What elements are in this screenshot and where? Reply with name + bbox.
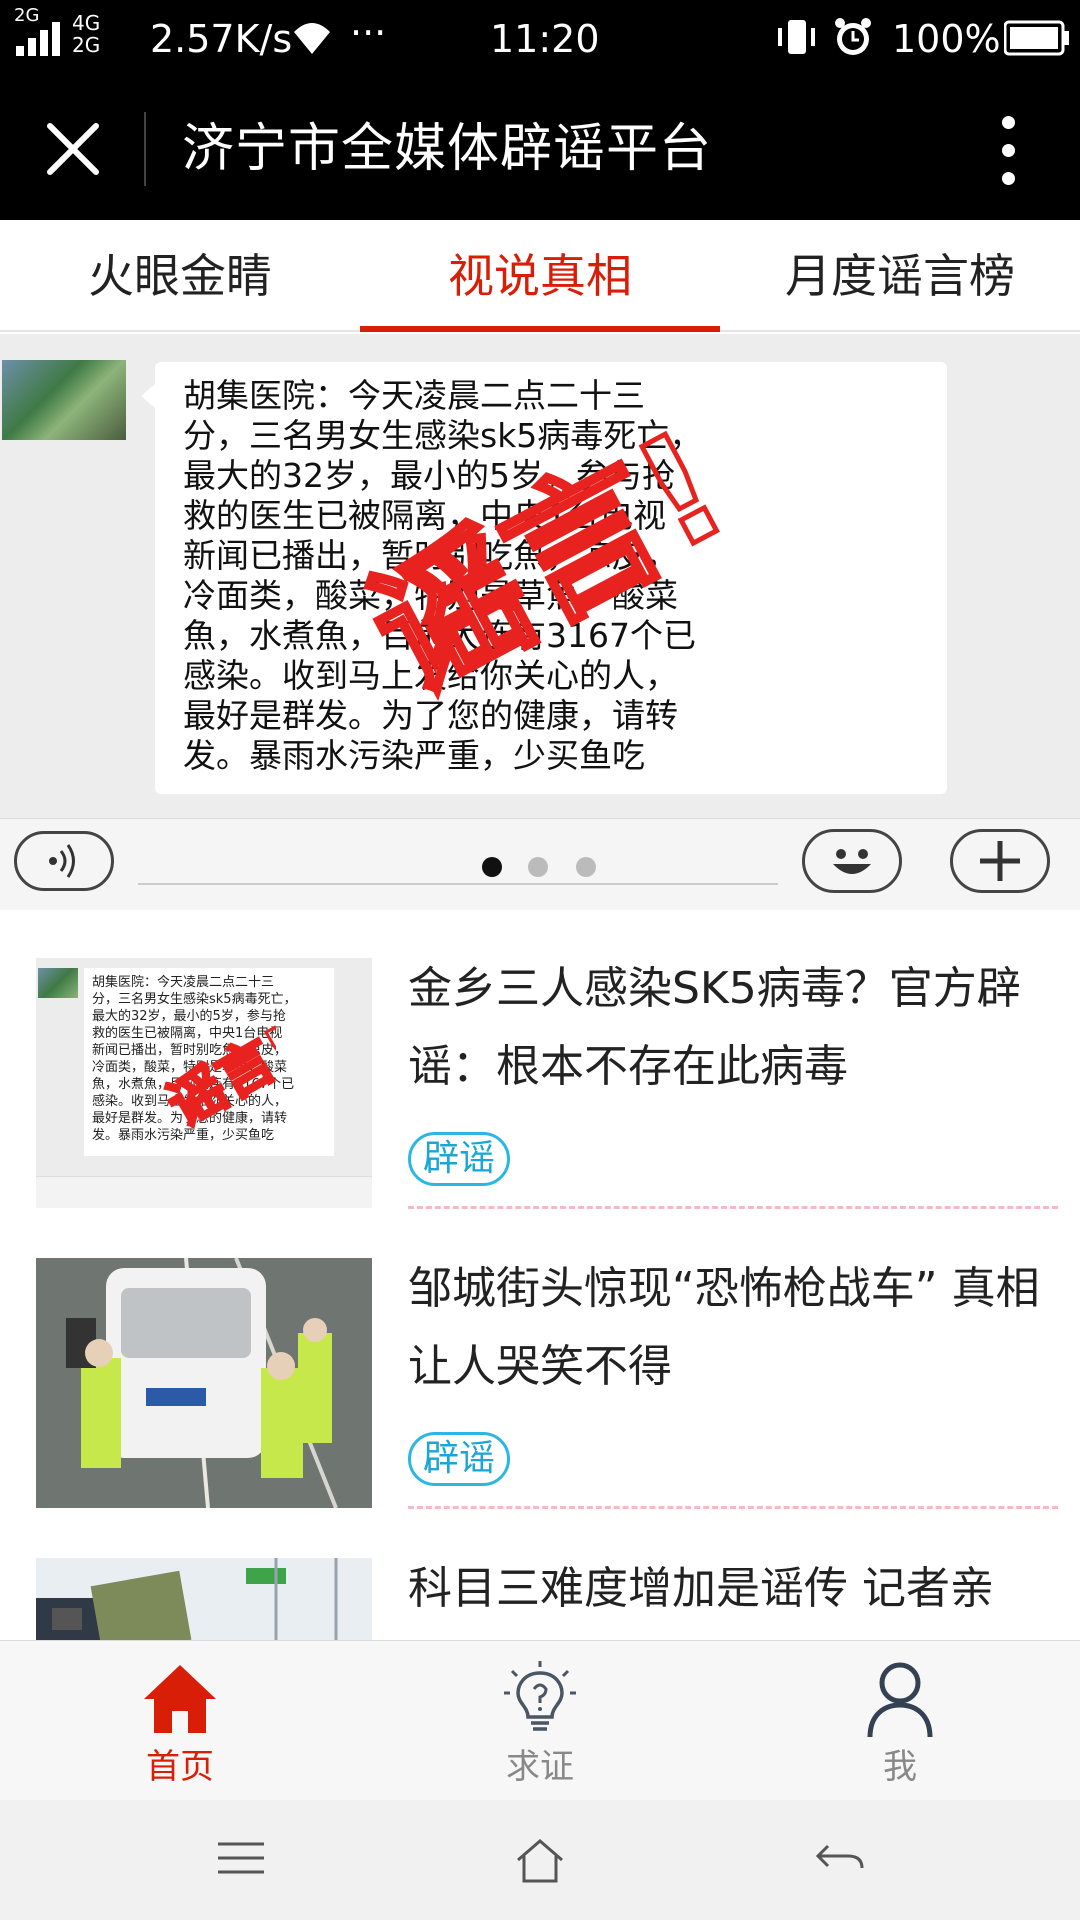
close-icon[interactable] <box>40 116 106 182</box>
list-item[interactable]: 胡集医院：今天凌晨二点二十三 分，三名男女生感染sk5病毒死亡， 最大的32岁，… <box>0 910 1080 1210</box>
chat-bubble: 胡集医院：今天凌晨二点二十三 分，三名男女生感染sk5病毒死亡， 最大的32岁，… <box>141 362 947 794</box>
alarm-icon <box>835 18 871 55</box>
person-icon <box>867 1662 933 1738</box>
article-headline[interactable]: 科目三难度增加是谣传 记者亲 <box>408 1550 1058 1628</box>
voice-button[interactable] <box>14 831 114 891</box>
nav-me[interactable]: 我 <box>720 1641 1080 1801</box>
item-divider <box>408 1206 1058 1209</box>
article-tag: 辟谣 <box>408 1432 511 1486</box>
banner-carousel[interactable]: 胡集医院：今天凌晨二点二十三 分，三名男女生感染sk5病毒死亡， 最大的32岁，… <box>0 334 1080 910</box>
rumor-message-text: 胡集医院：今天凌晨二点二十三 分，三名男女生感染sk5病毒死亡， 最大的32岁，… <box>183 376 703 775</box>
article-list: 胡集医院：今天凌晨二点二十三 分，三名男女生感染sk5病毒死亡， 最大的32岁，… <box>0 910 1080 1640</box>
lightbulb-question-icon <box>504 1661 576 1731</box>
nav-me-label: 我 <box>883 1747 917 1787</box>
wifi-icon <box>294 23 330 54</box>
battery-icon <box>1004 20 1069 56</box>
article-headline[interactable]: 金乡三人感染SK5病毒？官方辟谣：根本不存在此病毒 <box>408 950 1058 1106</box>
add-button[interactable] <box>950 829 1050 893</box>
status-more: ··· <box>350 11 387 55</box>
tab-huoyanjinjing[interactable]: 火眼金睛 <box>0 220 360 332</box>
tab-shishuozhenxiang[interactable]: 视说真相 <box>360 220 720 332</box>
network-type: 2G <box>14 5 40 26</box>
nav-home[interactable]: 首页 <box>0 1641 360 1801</box>
tab-monthly-rumor-list[interactable]: 月度谣言榜 <box>720 220 1080 332</box>
home-system-icon[interactable] <box>514 1838 566 1884</box>
nav-verify[interactable]: 求证 <box>360 1641 720 1801</box>
article-headline[interactable]: 邹城街头惊现“恐怖枪战车” 真相让人哭笑不得 <box>408 1250 1058 1406</box>
nav-home-label: 首页 <box>146 1747 214 1787</box>
tab-bar: 火眼金睛 视说真相 月度谣言榜 <box>0 220 1080 332</box>
more-vertical-icon[interactable] <box>996 116 1020 186</box>
back-icon[interactable] <box>814 1838 866 1878</box>
voice-icon <box>49 844 75 878</box>
plus-icon <box>980 841 1020 881</box>
title-separator <box>144 112 146 186</box>
smiley-icon <box>833 849 871 874</box>
emoji-button[interactable] <box>802 829 902 893</box>
thumbnail-stamp: 谣言! <box>157 1015 276 1128</box>
chat-input-bar <box>0 818 1080 910</box>
chat-input-line[interactable] <box>138 883 778 885</box>
article-tag: 辟谣 <box>408 1132 511 1186</box>
vibrate-icon <box>778 20 815 54</box>
nav-verify-label: 求证 <box>506 1747 574 1787</box>
item-divider <box>408 1506 1058 1509</box>
page-title: 济宁市全媒体辟谣平台 <box>182 119 713 179</box>
menu-icon[interactable] <box>216 1838 266 1878</box>
article-thumbnail: 胡集医院：今天凌晨二点二十三 分，三名男女生感染sk5病毒死亡， 最大的32岁，… <box>36 958 372 1208</box>
network-speed: 2.57K/s <box>150 17 293 61</box>
system-nav-bar <box>0 1800 1080 1920</box>
carousel-indicator <box>482 857 602 879</box>
title-bar: 济宁市全媒体辟谣平台 <box>0 78 1080 220</box>
avatar <box>2 360 126 440</box>
article-thumbnail <box>36 1558 372 1640</box>
battery-percent: 100% <box>892 17 1001 61</box>
list-item[interactable]: 科目三难度增加是谣传 记者亲 <box>0 1510 1080 1640</box>
network-type-secondary: 4G 2G <box>72 11 101 57</box>
home-icon <box>144 1665 216 1733</box>
article-thumbnail <box>36 1258 372 1508</box>
status-bar: 2G 4G 2G 2.57K/s ··· 11:20 100% <box>0 0 1080 78</box>
tab-active-indicator <box>360 326 720 332</box>
list-item[interactable]: 邹城街头惊现“恐怖枪战车” 真相让人哭笑不得 辟谣 <box>0 1210 1080 1510</box>
status-time: 11:20 <box>490 17 600 61</box>
bottom-nav: 首页 求证 我 <box>0 1640 1080 1800</box>
